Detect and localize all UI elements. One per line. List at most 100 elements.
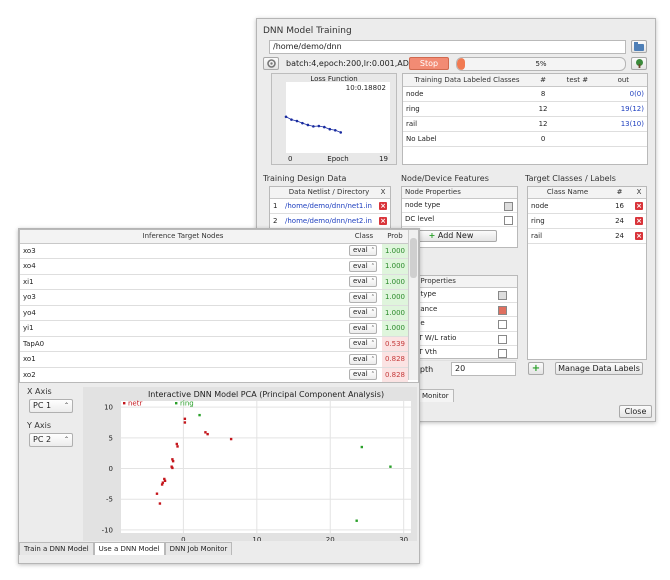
class-out[interactable]: 0(0) <box>599 86 647 102</box>
pca-plot-panel[interactable]: Interactive DNN Model PCA (Principal Com… <box>83 387 417 544</box>
netlist-path[interactable]: /home/demo/dnn/net1.in <box>282 198 376 214</box>
property-checkbox[interactable] <box>498 305 507 315</box>
node-properties-header: Node Properties <box>402 187 517 199</box>
class-select[interactable]: eval⌃ <box>346 383 382 384</box>
table-row[interactable]: TapA0 eval ⌃ 0.539 <box>20 336 408 352</box>
remove-icon[interactable]: × <box>635 231 643 240</box>
loss-point <box>295 119 299 123</box>
table-row[interactable]: yo3 eval ⌃ 1.000 <box>20 289 408 306</box>
table-row[interactable]: xo1 eval ⌃ 0.828 <box>20 351 408 368</box>
property-checkbox[interactable] <box>498 320 507 329</box>
class-name: No Label <box>403 131 531 147</box>
close-button[interactable]: Close <box>619 405 652 418</box>
x-axis-label: X Axis <box>27 387 52 396</box>
table-row[interactable]: 1/home/demo/dnn/net1.in × <box>270 198 390 214</box>
x-tick-label: 10 <box>252 536 261 541</box>
probability: 1.000 <box>381 274 408 290</box>
class-out[interactable]: 13(10) <box>599 116 647 132</box>
loss-chart: Loss Function 10:0.18802 0 19 Epoch <box>284 75 390 163</box>
table-row[interactable]: xo2 eval ⌃ 0.828 <box>20 367 408 382</box>
class-select[interactable]: eval⌃ <box>345 336 382 352</box>
data-point <box>206 432 209 436</box>
class-select[interactable]: eval⌃ <box>345 289 382 306</box>
spinner-icon: ⌃ <box>63 436 69 443</box>
table-row[interactable]: xo4 eval ⌃ 1.000 <box>20 258 408 275</box>
table-row[interactable]: rail 12 13(10) <box>403 116 647 132</box>
class-select[interactable]: eval⌃ <box>345 351 382 368</box>
pca-chart[interactable]: Interactive DNN Model PCA (Principal Com… <box>83 387 417 544</box>
class-out[interactable] <box>599 131 647 147</box>
table-row[interactable]: xo3 eval ⌃ 1.000 <box>20 243 408 259</box>
class-select[interactable]: eval⌃ <box>345 274 382 290</box>
class-test <box>555 131 600 147</box>
tab-use-model[interactable]: Use a DNN Model <box>93 542 165 555</box>
class-out[interactable]: 19(12) <box>599 101 647 117</box>
inference-scrollbar[interactable] <box>408 230 418 380</box>
spinner-icon: ⌃ <box>370 324 375 331</box>
probability: 1.000 <box>381 258 408 275</box>
table-row[interactable]: yo4 eval ⌃ 1.000 <box>20 305 408 321</box>
remove-icon[interactable]: × <box>379 201 387 210</box>
table-row[interactable]: node 8 0(0) <box>403 86 647 102</box>
table-row[interactable]: yi1 eval ⌃ 1.000 <box>20 320 408 337</box>
labeled-classes-table: Training Data Labeled Classes # test # o… <box>402 73 648 165</box>
property-checkbox[interactable] <box>504 216 513 225</box>
class-select[interactable]: eval⌃ <box>345 258 382 275</box>
property-checkbox[interactable] <box>504 202 513 211</box>
node-name: TapA0 <box>20 336 346 352</box>
add-target-button[interactable]: + <box>528 362 544 375</box>
class-select[interactable]: eval⌃ <box>345 305 382 321</box>
col-x: X <box>380 188 386 197</box>
class-name: ring <box>403 101 531 117</box>
spinner-icon: ⌃ <box>370 371 375 378</box>
remove-icon[interactable]: × <box>379 216 387 225</box>
tab-job-monitor[interactable]: DNN Job Monitor <box>164 542 233 555</box>
netlist-path[interactable]: /home/demo/dnn/net2.in <box>282 213 376 229</box>
col-target-x: X <box>636 188 642 197</box>
spinner-icon: ⌃ <box>370 262 375 269</box>
list-item[interactable]: DC level <box>402 213 517 227</box>
table-row[interactable]: No Label 0 <box>403 131 647 147</box>
table-row[interactable]: yo1eval⌃0.828 <box>20 383 408 384</box>
tab-monitor[interactable]: Monitor <box>417 389 454 402</box>
stop-button[interactable]: Stop <box>409 57 449 70</box>
property-checkbox[interactable] <box>498 291 507 300</box>
class-value: eval <box>352 354 368 363</box>
class-test <box>555 116 600 132</box>
table-row[interactable]: ring 12 19(12) <box>403 101 647 117</box>
model-path-input[interactable]: /home/demo/dnn <box>269 40 626 54</box>
scroll-thumb[interactable] <box>410 238 417 278</box>
table-row[interactable]: 2/home/demo/dnn/net2.in × <box>270 213 390 229</box>
class-name: node <box>403 86 531 102</box>
node-name: xi1 <box>20 274 346 290</box>
table-row[interactable]: ring 24 × <box>528 213 646 229</box>
chart-title: Interactive DNN Model PCA (Principal Com… <box>148 390 384 399</box>
data-point <box>183 421 187 424</box>
settings-button[interactable] <box>263 57 279 70</box>
folder-icon <box>634 42 644 51</box>
remove-icon[interactable]: × <box>635 216 643 225</box>
probability: 1.000 <box>381 243 408 259</box>
table-row[interactable]: rail 24 × <box>528 228 646 244</box>
remove-icon[interactable]: × <box>635 201 643 210</box>
class-value: eval <box>352 292 368 301</box>
open-folder-button[interactable] <box>631 40 647 53</box>
table-row[interactable]: xi1 eval ⌃ 1.000 <box>20 274 408 290</box>
y-tick-label: 5 <box>109 434 113 442</box>
class-select[interactable]: eval⌃ <box>345 320 382 337</box>
table-row[interactable]: node 16 × <box>528 198 646 214</box>
property-checkbox[interactable] <box>498 349 507 358</box>
tab-train-model[interactable]: Train a DNN Model <box>19 542 94 555</box>
y-axis-select[interactable]: PC 2 ⌃ <box>29 433 73 447</box>
depth-input[interactable]: 20 <box>451 362 516 376</box>
manage-data-labels-button[interactable]: Manage Data Labels <box>555 362 643 375</box>
data-point <box>204 431 207 434</box>
x-axis-select[interactable]: PC 1 ⌃ <box>29 399 73 413</box>
tree-button[interactable] <box>631 57 647 70</box>
property-label: DC level <box>405 215 435 223</box>
class-select[interactable]: eval⌃ <box>345 367 382 382</box>
list-item[interactable]: node type <box>402 199 517 213</box>
class-select[interactable]: eval⌃ <box>345 243 382 259</box>
property-checkbox[interactable] <box>498 334 507 344</box>
node-name: yo1 <box>20 383 346 384</box>
